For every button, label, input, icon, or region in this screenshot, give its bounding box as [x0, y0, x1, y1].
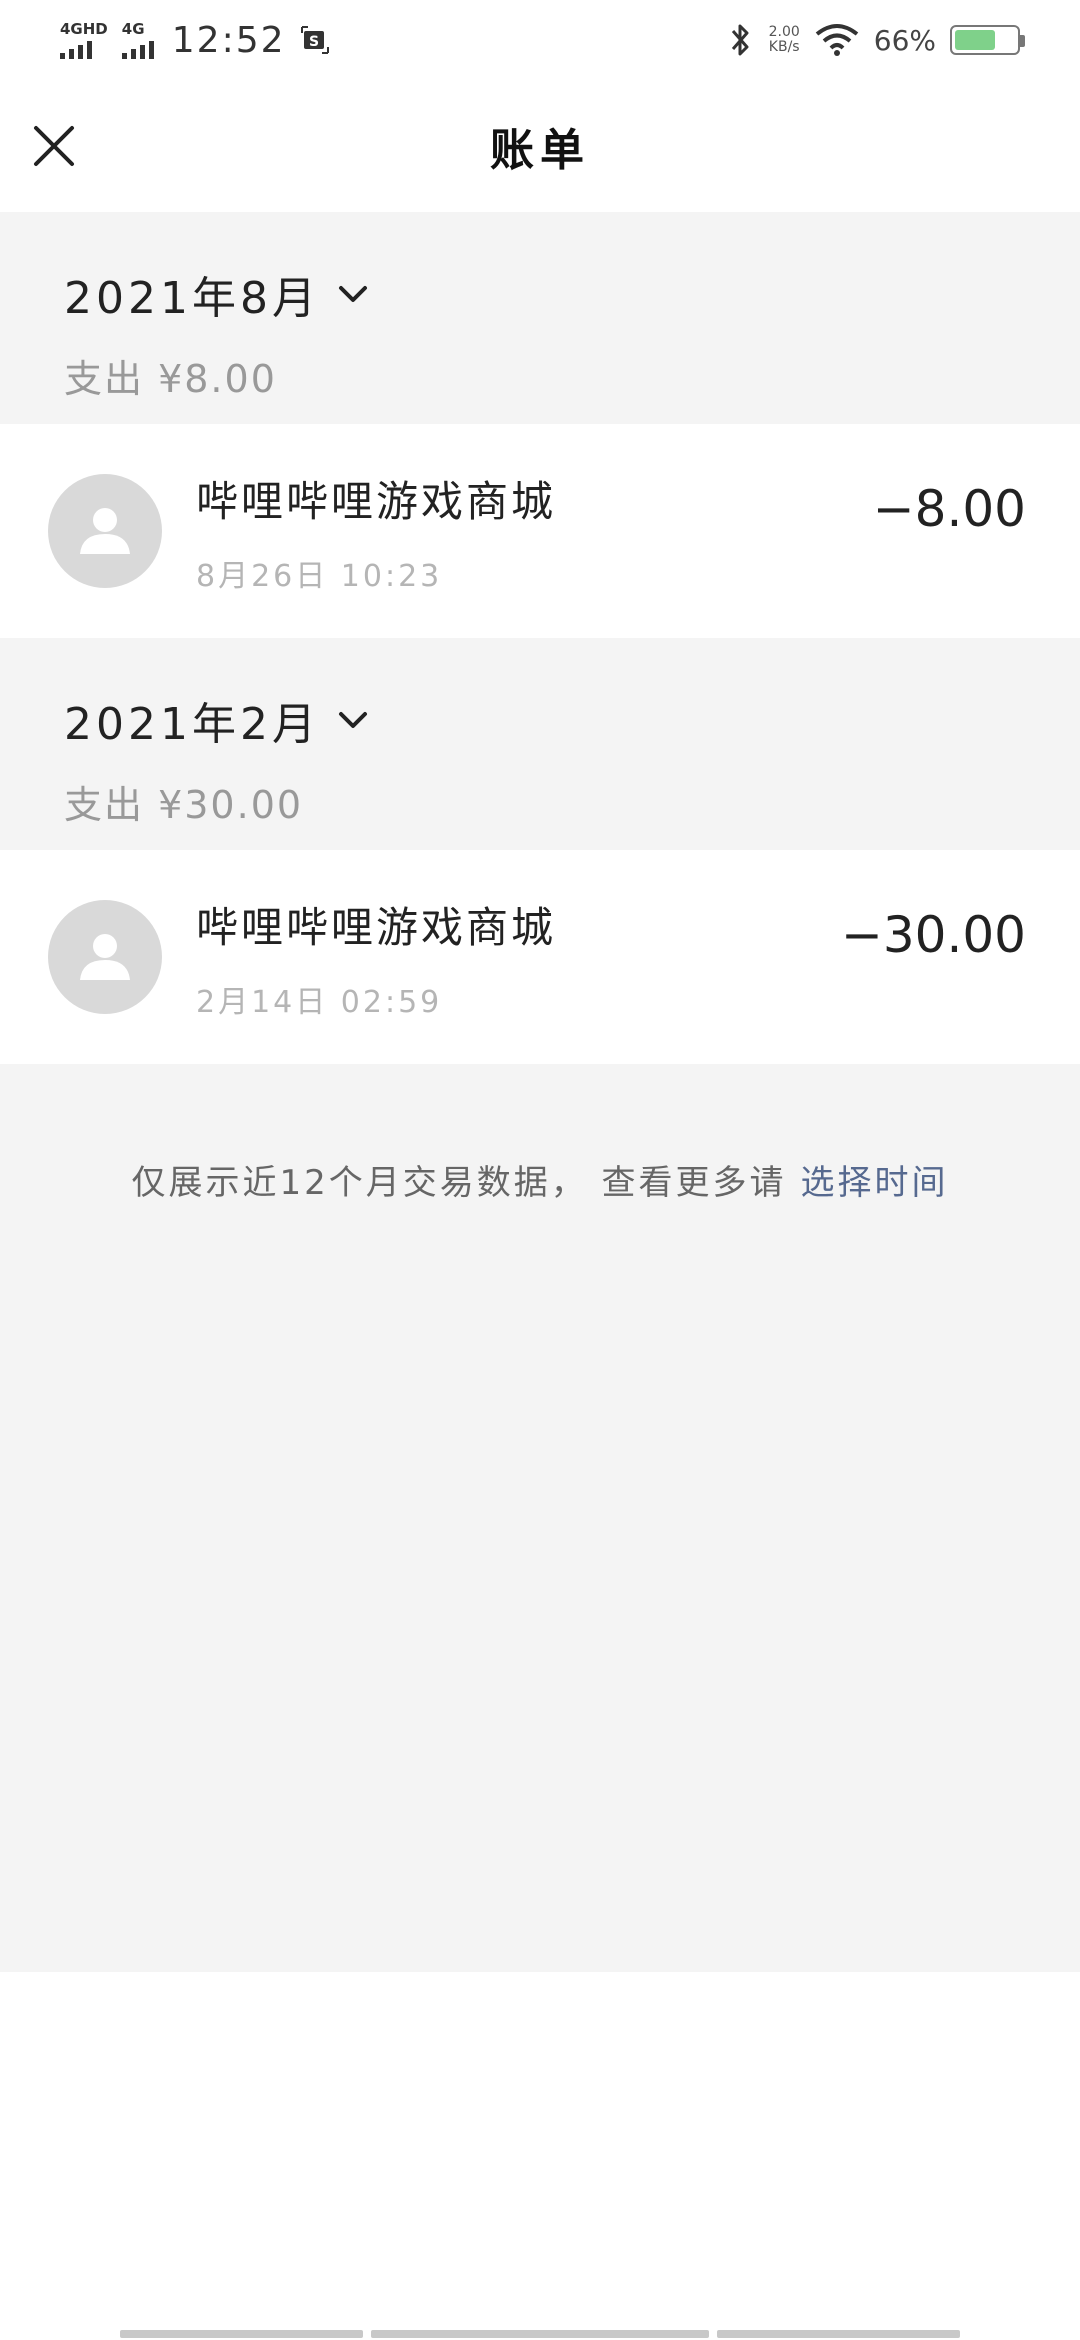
select-time-link[interactable]: 选择时间: [801, 1155, 949, 1204]
battery-icon: [950, 25, 1025, 55]
screenshot-icon: S: [300, 26, 329, 54]
signal-1: 4GHD: [60, 19, 108, 59]
chevron-down-icon[interactable]: [336, 703, 370, 737]
transaction-amount: −30.00: [840, 906, 1026, 964]
speed-unit: KB/s: [768, 39, 800, 55]
wifi-icon: [815, 24, 859, 56]
transaction-time: 8月26日 10:23: [196, 558, 443, 594]
close-icon[interactable]: [28, 120, 80, 172]
month-header: 2021年2月 支出 ¥30.00: [0, 638, 1080, 850]
network-speed: 2.00 KB/s: [768, 23, 800, 56]
avatar: [48, 900, 162, 1014]
avatar: [48, 474, 162, 588]
user-placeholder-icon: [80, 934, 130, 980]
transaction-row[interactable]: 哔哩哔哩游戏商城 8月26日 10:23 −8.00: [0, 424, 1080, 638]
nav-bar: 账单: [0, 80, 1080, 212]
month-expense-total: 支出 ¥30.00: [64, 783, 304, 827]
history-limit-note: 仅展示近12个月交易数据， 查看更多请 选择时间: [0, 1064, 1080, 1294]
month-label[interactable]: 2021年2月: [64, 688, 320, 752]
home-indicator[interactable]: [120, 2330, 961, 2340]
signal-bars-icon: [60, 40, 92, 59]
battery-fill: [955, 30, 995, 50]
month-header: 2021年8月 支出 ¥8.00: [0, 212, 1080, 424]
signal-bars-icon: [121, 40, 154, 59]
bill-list: 2021年8月 支出 ¥8.00 哔哩哔哩游戏商城 8月26日 10:23 −8…: [0, 212, 1080, 1972]
signal-2: 4G: [121, 19, 154, 59]
month-selector[interactable]: 2021年2月: [64, 688, 1016, 752]
status-right: 2.00 KB/s 66%: [727, 21, 1025, 59]
status-time: 12:52: [171, 19, 286, 61]
transaction-amount: −8.00: [872, 480, 1026, 538]
history-note-text: 仅展示近12个月交易数据， 查看更多请: [131, 1162, 787, 1203]
user-placeholder-icon: [80, 508, 130, 554]
network-type-2: 4G: [121, 19, 145, 38]
network-type-1: 4GHD: [60, 19, 108, 38]
month-selector[interactable]: 2021年8月: [64, 262, 1016, 326]
battery-percent: 66%: [873, 23, 936, 57]
status-bar: 4GHD 4G 12:52 S 2.00 KB/s 66%: [0, 0, 1080, 80]
bluetooth-icon: [731, 24, 749, 56]
svg-text:S: S: [308, 34, 318, 50]
page-title: 账单: [490, 125, 590, 176]
month-label[interactable]: 2021年8月: [64, 262, 320, 326]
transaction-time: 2月14日 02:59: [196, 984, 443, 1020]
month-expense-total: 支出 ¥8.00: [64, 357, 277, 401]
transaction-row[interactable]: 哔哩哔哩游戏商城 2月14日 02:59 −30.00: [0, 850, 1080, 1064]
speed-value: 2.00: [768, 23, 800, 40]
status-left: 4GHD 4G 12:52 S: [60, 20, 330, 61]
chevron-down-icon[interactable]: [336, 277, 370, 311]
